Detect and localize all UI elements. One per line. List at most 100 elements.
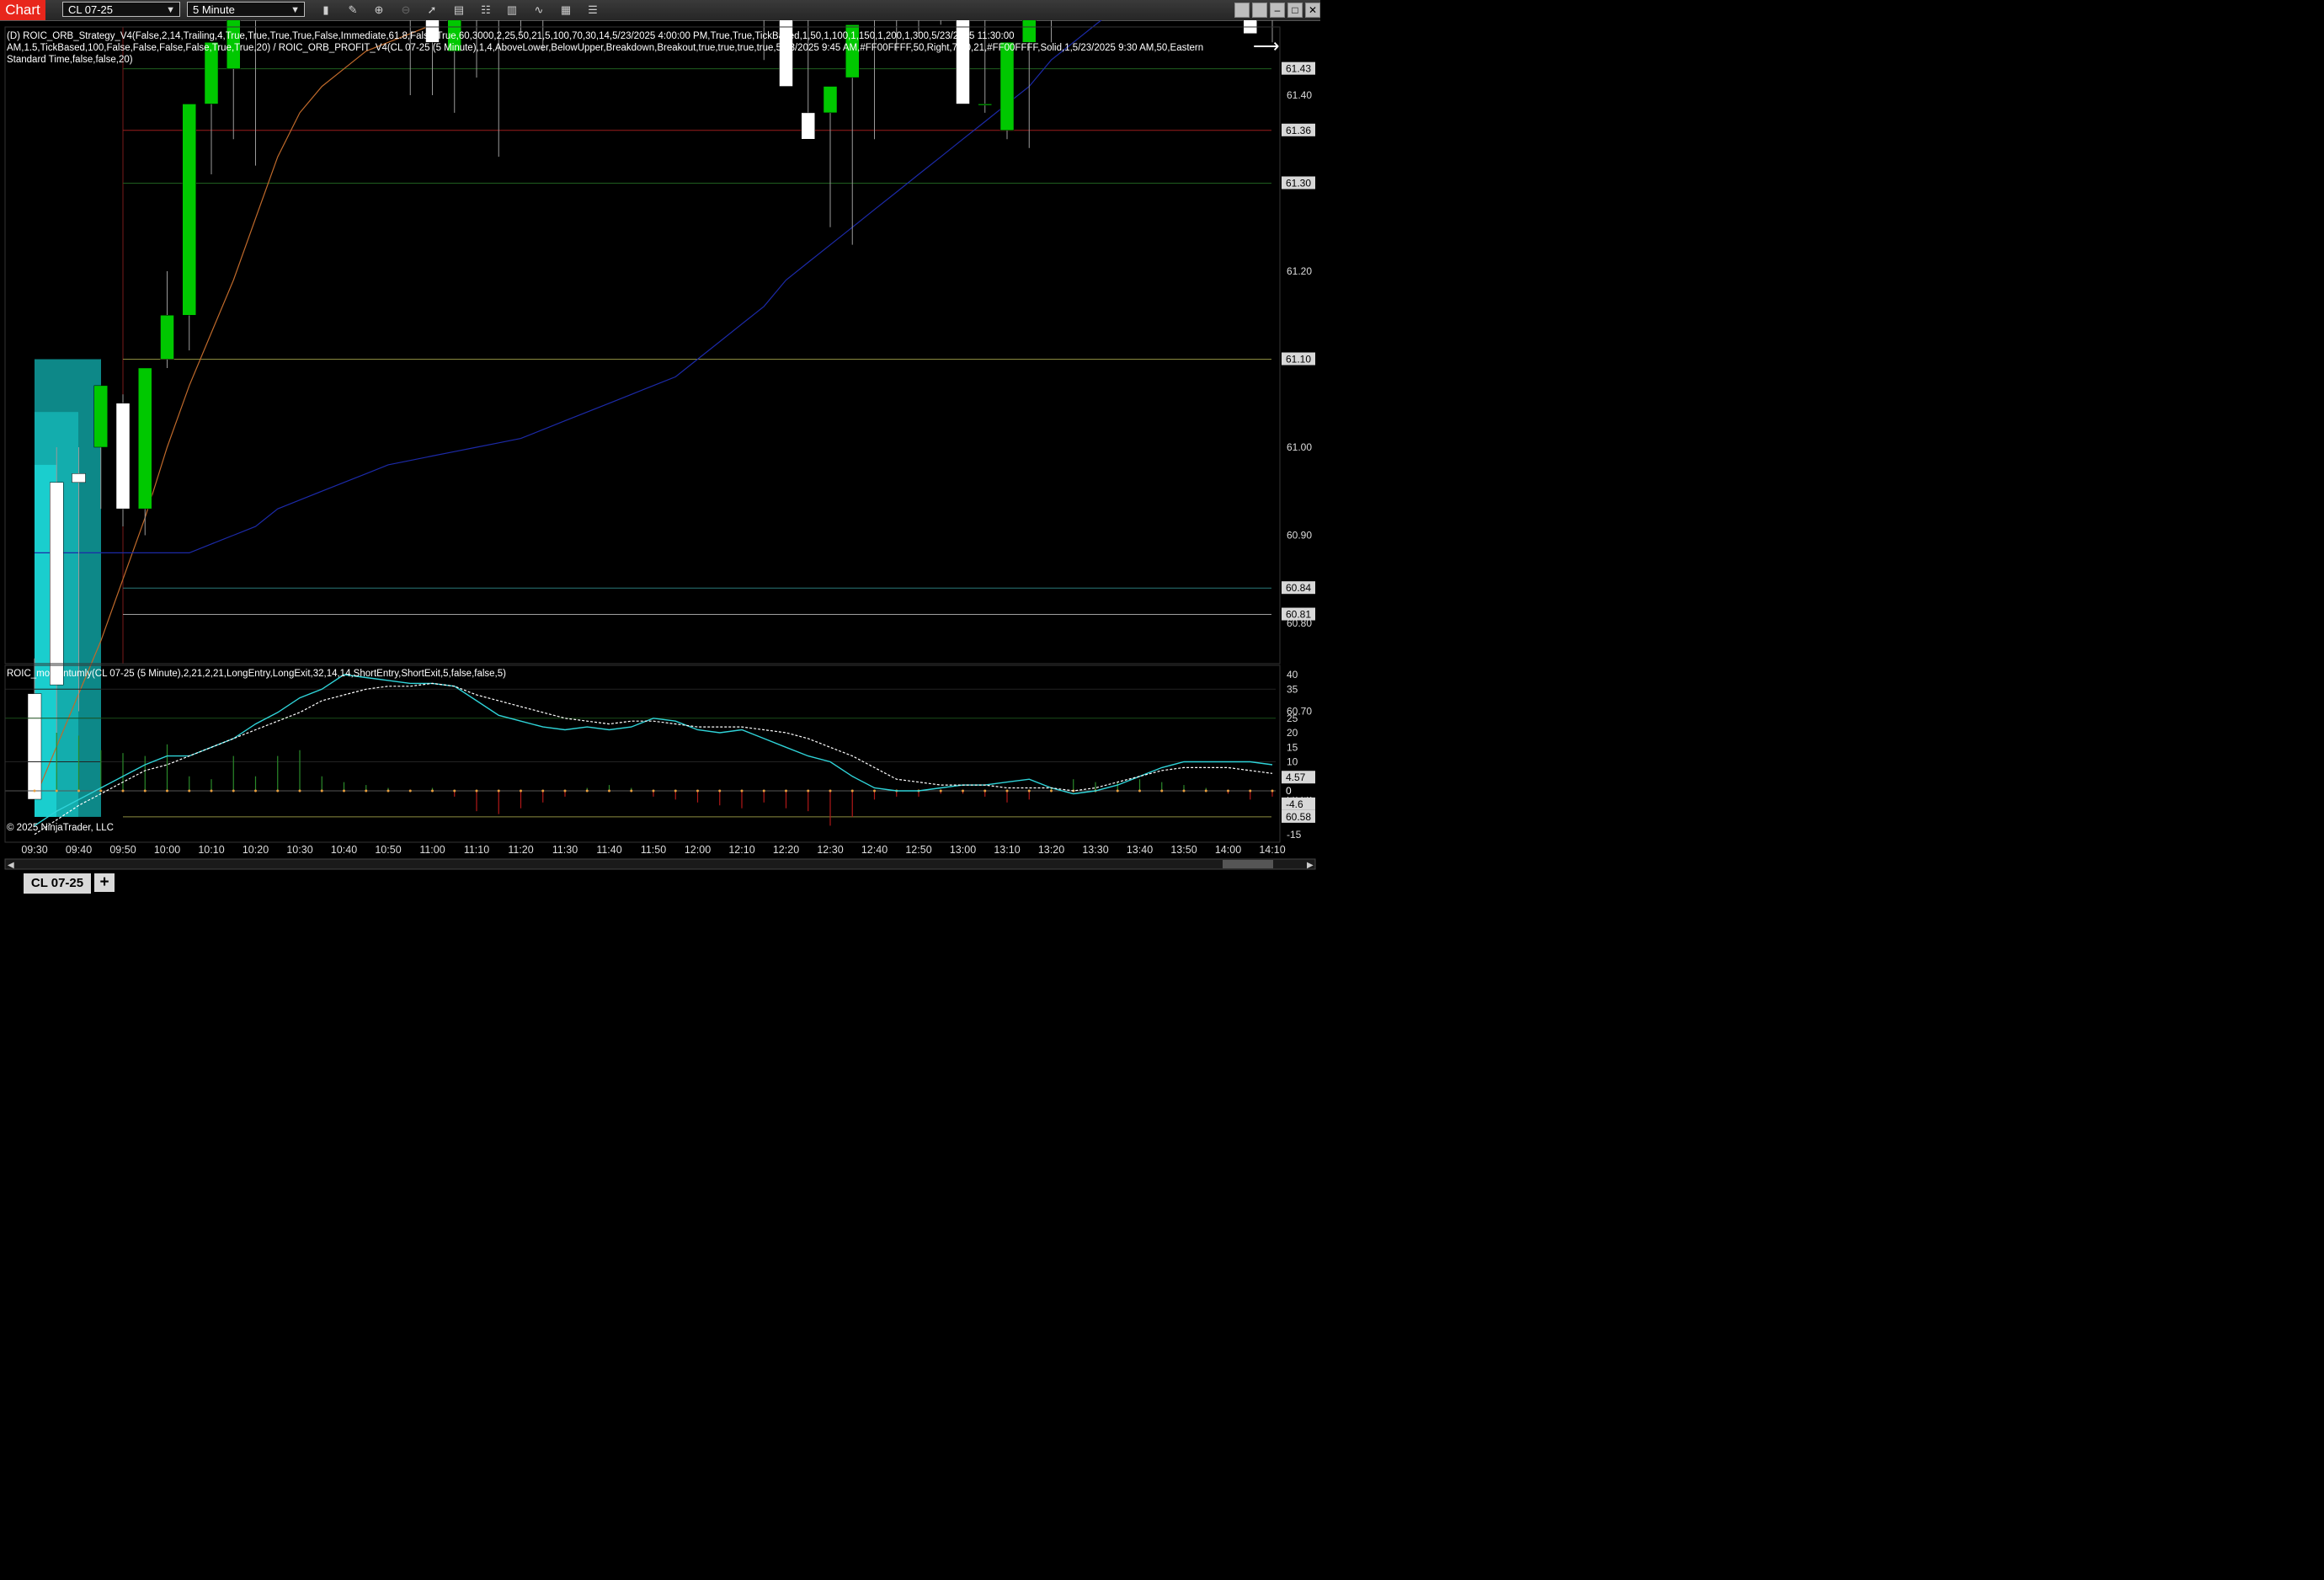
- candle-body: [115, 403, 131, 510]
- fast-average-line: [34, 20, 440, 800]
- draw-icon[interactable]: ✎: [345, 3, 360, 18]
- time-axis-tick: 09:50: [109, 844, 136, 856]
- momentum-dot: [365, 789, 368, 793]
- indicator-label: ROIC_momentumly(CL 07-25 (5 Minute),2,21…: [7, 669, 506, 679]
- indicators-icon[interactable]: ▥: [504, 3, 520, 18]
- momentum-dot: [232, 789, 235, 793]
- momentum-dot: [1160, 789, 1164, 793]
- time-axis-tick: 14:10: [1259, 844, 1285, 856]
- scroll-left-icon: ◀: [8, 861, 14, 870]
- time-axis-tick: 12:50: [905, 844, 931, 856]
- add-tab-button[interactable]: +: [94, 873, 115, 892]
- zoom-in-icon[interactable]: ⊕: [371, 3, 386, 18]
- bottom-tab-bar: CL 07-25 +: [0, 872, 1320, 898]
- momentum-dot: [740, 789, 744, 793]
- momentum-dot: [1227, 789, 1229, 793]
- indicator-axis-tick: 35: [1287, 683, 1298, 695]
- momentum-dot: [320, 789, 323, 793]
- price-panel: [27, 20, 1273, 818]
- momentum-dot: [386, 789, 390, 793]
- momentum-dot: [497, 789, 500, 793]
- candle-body: [801, 112, 815, 140]
- momentum-slow-line: [34, 682, 1273, 835]
- momentum-dot: [143, 789, 147, 793]
- copyright: © 2025 NinjaTrader, LLC: [7, 823, 114, 833]
- time-axis-tick: 11:10: [464, 844, 489, 856]
- time-axis-tick: 10:50: [375, 844, 401, 856]
- momentum-dot: [785, 789, 787, 793]
- instrument-value: CL 07-25: [68, 3, 113, 16]
- momentum-dot: [807, 789, 810, 793]
- chart-window-tab[interactable]: Chart: [0, 0, 45, 20]
- time-axis-tick: 11:00: [419, 844, 445, 856]
- select-icon[interactable]: ➚: [424, 3, 440, 18]
- momentum-dot: [563, 789, 567, 793]
- time-axis-tick: 11:30: [552, 844, 578, 856]
- slow-average-line: [35, 20, 1102, 553]
- strategies-icon[interactable]: ∿: [531, 3, 546, 18]
- tab-cl-07-25[interactable]: CL 07-25: [24, 873, 91, 894]
- momentum-dot: [166, 789, 168, 793]
- maximize-icon[interactable]: □: [1287, 3, 1303, 18]
- minimize-icon[interactable]: –: [1270, 3, 1285, 18]
- time-axis-tick: 10:40: [331, 844, 357, 856]
- time-axis-tick: 10:30: [286, 844, 312, 856]
- scrollbar-thumb: [1223, 860, 1273, 868]
- bar-style-icon[interactable]: ▮: [318, 3, 333, 18]
- properties-icon[interactable]: ☷: [478, 3, 493, 18]
- price-axis-tick: 60.90: [1287, 530, 1312, 542]
- level-label-text: 61.36: [1286, 125, 1311, 136]
- interval-selector[interactable]: 5 Minute ▼: [187, 2, 305, 17]
- momentum-dot: [718, 789, 722, 793]
- momentum-dot: [674, 789, 677, 793]
- momentum-dot: [1249, 789, 1252, 793]
- momentum-dot: [585, 789, 589, 793]
- momentum-dot: [99, 789, 103, 793]
- time-axis-tick: 10:10: [198, 844, 224, 856]
- chart-canvas[interactable]: 61.9061.8061.7061.6061.5061.4061.3061.20…: [0, 20, 1320, 872]
- data-box-icon[interactable]: ▤: [451, 3, 466, 18]
- indicator-axis-tick: 20: [1287, 727, 1298, 739]
- momentum-dot: [1005, 789, 1009, 793]
- momentum-dot: [453, 789, 456, 793]
- momentum-dot: [696, 789, 699, 793]
- momentum-dot: [520, 789, 522, 793]
- indicator-axis-tick: -15: [1287, 829, 1302, 841]
- candle-body: [823, 86, 838, 114]
- momentum-dot: [210, 789, 213, 793]
- time-axis-tick: 10:00: [154, 844, 180, 856]
- momentum-dot: [343, 789, 345, 793]
- momentum-dot: [254, 789, 257, 793]
- templates-icon[interactable]: ▦: [558, 3, 573, 18]
- time-axis-tick: 13:30: [1082, 844, 1108, 856]
- horizontal-scrollbar: [4, 858, 1316, 870]
- arrow-right-icon[interactable]: ⟶: [1253, 37, 1280, 56]
- momentum-dot: [541, 789, 545, 793]
- time-axis-tick: 09:30: [21, 844, 47, 856]
- indicator-axis-tick: 40: [1287, 669, 1298, 681]
- level-label-text: 61.43: [1286, 63, 1311, 75]
- time-axis-tick: 12:30: [817, 844, 843, 856]
- momentum-dot: [962, 789, 964, 793]
- candle-body: [50, 482, 64, 686]
- instrument-selector[interactable]: CL 07-25 ▼: [62, 2, 180, 17]
- time-axis-tick: 11:20: [508, 844, 533, 856]
- chevron-down-icon: ▼: [166, 5, 175, 15]
- list-icon[interactable]: ☰: [585, 3, 600, 18]
- price-axis-tick: 61.00: [1287, 441, 1312, 453]
- momentum-dot: [475, 789, 478, 793]
- close-icon[interactable]: ✕: [1305, 3, 1320, 18]
- zoom-out-icon[interactable]: ⊖: [398, 3, 413, 18]
- price-axis-tick: 61.40: [1287, 89, 1312, 101]
- momentum-dot: [33, 789, 36, 793]
- tile-icon[interactable]: [1234, 3, 1250, 18]
- axes: 61.9061.8061.7061.6061.5061.4061.3061.20…: [4, 26, 1316, 870]
- momentum-dot: [850, 789, 854, 793]
- indicator-panel: [5, 674, 1276, 835]
- time-axis-tick: 13:20: [1038, 844, 1064, 856]
- momentum-dot: [873, 789, 876, 793]
- level-label-text: 61.10: [1286, 354, 1311, 366]
- chart-toolbar: Chart CL 07-25 ▼ 5 Minute ▼ ▮ ✎ ⊕ ⊖ ➚ ▤ …: [0, 0, 1320, 21]
- time-axis-tick: 14:00: [1215, 844, 1241, 856]
- tile-icon[interactable]: [1252, 3, 1267, 18]
